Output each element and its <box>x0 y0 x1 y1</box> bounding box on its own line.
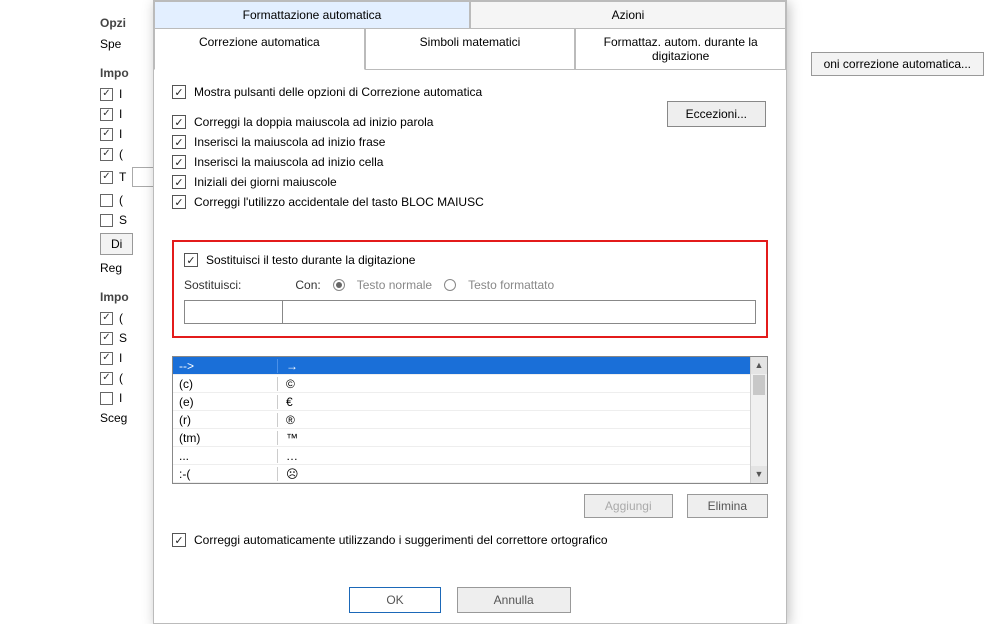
cancel-button[interactable]: Annulla <box>457 587 571 613</box>
chk-cap-sentence[interactable] <box>172 135 186 149</box>
tab-autocorrect[interactable]: Correzione automatica <box>154 28 365 70</box>
table-row[interactable]: -->→ <box>173 357 750 375</box>
delete-button[interactable]: Elimina <box>687 494 768 518</box>
checkbox-icon[interactable] <box>100 392 113 405</box>
chk-capslock-label: Correggi l'utilizzo accidentale del tast… <box>194 195 484 209</box>
exceptions-button[interactable]: Eccezioni... <box>667 101 766 127</box>
checkbox-icon[interactable] <box>100 128 113 141</box>
add-button[interactable]: Aggiungi <box>584 494 673 518</box>
chk-replace-typing[interactable] <box>184 253 198 267</box>
checkbox-icon[interactable] <box>100 88 113 101</box>
chk-days[interactable] <box>172 175 186 189</box>
table-row[interactable]: :-(☹ <box>173 465 750 483</box>
table-cell-with: € <box>278 395 750 409</box>
chk-double-cap-label: Correggi la doppia maiuscola ad inizio p… <box>194 115 433 129</box>
checkbox-icon[interactable] <box>100 352 113 365</box>
bg-di-button[interactable]: Di <box>100 233 133 255</box>
tab-autoformat[interactable]: Formattazione automatica <box>154 1 470 29</box>
chk-cap-cell-label: Inserisci la maiuscola ad inizio cella <box>194 155 383 169</box>
radio-formatted-text[interactable] <box>444 279 456 291</box>
table-cell-replace: ... <box>173 449 278 463</box>
bg-label-spe: Spe <box>100 37 121 51</box>
ok-button[interactable]: OK <box>349 587 440 613</box>
autocorrect-dialog: Formattazione automatica Azioni Correzio… <box>153 0 787 624</box>
table-cell-replace: (tm) <box>173 431 278 445</box>
table-cell-with: ™ <box>278 431 750 445</box>
tab-math-symbols[interactable]: Simboli matematici <box>365 28 576 70</box>
tab-autoformat-typing[interactable]: Formattaz. autom. durante la digitazione <box>575 28 786 70</box>
checkbox-icon[interactable] <box>100 148 113 161</box>
checkbox-icon[interactable] <box>100 372 113 385</box>
chk-cap-cell[interactable] <box>172 155 186 169</box>
bg-label-reg: Reg <box>100 261 122 275</box>
checkbox-icon[interactable] <box>100 312 113 325</box>
chk-capslock[interactable] <box>172 195 186 209</box>
table-cell-with: ☹ <box>278 467 750 481</box>
scroll-down-icon[interactable]: ▼ <box>751 466 767 483</box>
chk-cap-sentence-label: Inserisci la maiuscola ad inizio frase <box>194 135 385 149</box>
table-cell-replace: (r) <box>173 413 278 427</box>
with-input[interactable] <box>282 300 756 324</box>
replace-input[interactable] <box>184 300 282 324</box>
bg-label-sceg: Sceg <box>100 411 127 425</box>
checkbox-icon[interactable] <box>100 171 113 184</box>
chk-show-buttons-label: Mostra pulsanti delle opzioni di Correzi… <box>194 85 482 99</box>
chk-days-label: Iniziali dei giorni maiuscole <box>194 175 337 189</box>
table-row[interactable]: (tm)™ <box>173 429 750 447</box>
checkbox-icon[interactable] <box>100 194 113 207</box>
replace-text-section: Sostituisci il testo durante la digitazi… <box>172 240 768 338</box>
table-cell-replace: (e) <box>173 395 278 409</box>
with-label: Con: <box>295 278 320 292</box>
chk-spellfix-label: Correggi automaticamente utilizzando i s… <box>194 533 608 547</box>
tab-actions[interactable]: Azioni <box>470 1 786 29</box>
sidebar-item-advanced[interactable]: vanzate <box>0 0 70 26</box>
autocorrect-table: -->→(c)©(e)€(r)®(tm)™...…:-(☹ ▲ ▼ <box>172 356 768 484</box>
replace-label: Sostituisci: <box>184 278 241 292</box>
table-cell-with: ® <box>278 413 750 427</box>
table-cell-replace: (c) <box>173 377 278 391</box>
checkbox-icon[interactable] <box>100 332 113 345</box>
autocorrect-options-button[interactable]: oni correzione automatica... <box>811 52 984 76</box>
radio-plain-text-label: Testo normale <box>357 278 432 292</box>
chk-show-buttons[interactable] <box>172 85 186 99</box>
table-row[interactable]: ...… <box>173 447 750 465</box>
table-row[interactable]: (e)€ <box>173 393 750 411</box>
table-cell-replace: --> <box>173 359 278 373</box>
radio-formatted-text-label: Testo formattato <box>468 278 554 292</box>
scroll-thumb[interactable] <box>753 375 765 395</box>
table-cell-with: … <box>278 449 750 463</box>
checkbox-icon[interactable] <box>100 214 113 227</box>
radio-plain-text[interactable] <box>333 279 345 291</box>
chk-replace-typing-label: Sostituisci il testo durante la digitazi… <box>206 253 415 267</box>
table-row[interactable]: (r)® <box>173 411 750 429</box>
scrollbar-vertical[interactable]: ▲ ▼ <box>750 357 767 483</box>
chk-double-cap[interactable] <box>172 115 186 129</box>
table-cell-with: → <box>278 359 750 373</box>
table-cell-with: © <box>278 377 750 391</box>
table-cell-replace: :-( <box>173 467 278 481</box>
scroll-up-icon[interactable]: ▲ <box>751 357 767 374</box>
chk-spellfix[interactable] <box>172 533 186 547</box>
table-row[interactable]: (c)© <box>173 375 750 393</box>
checkbox-icon[interactable] <box>100 108 113 121</box>
